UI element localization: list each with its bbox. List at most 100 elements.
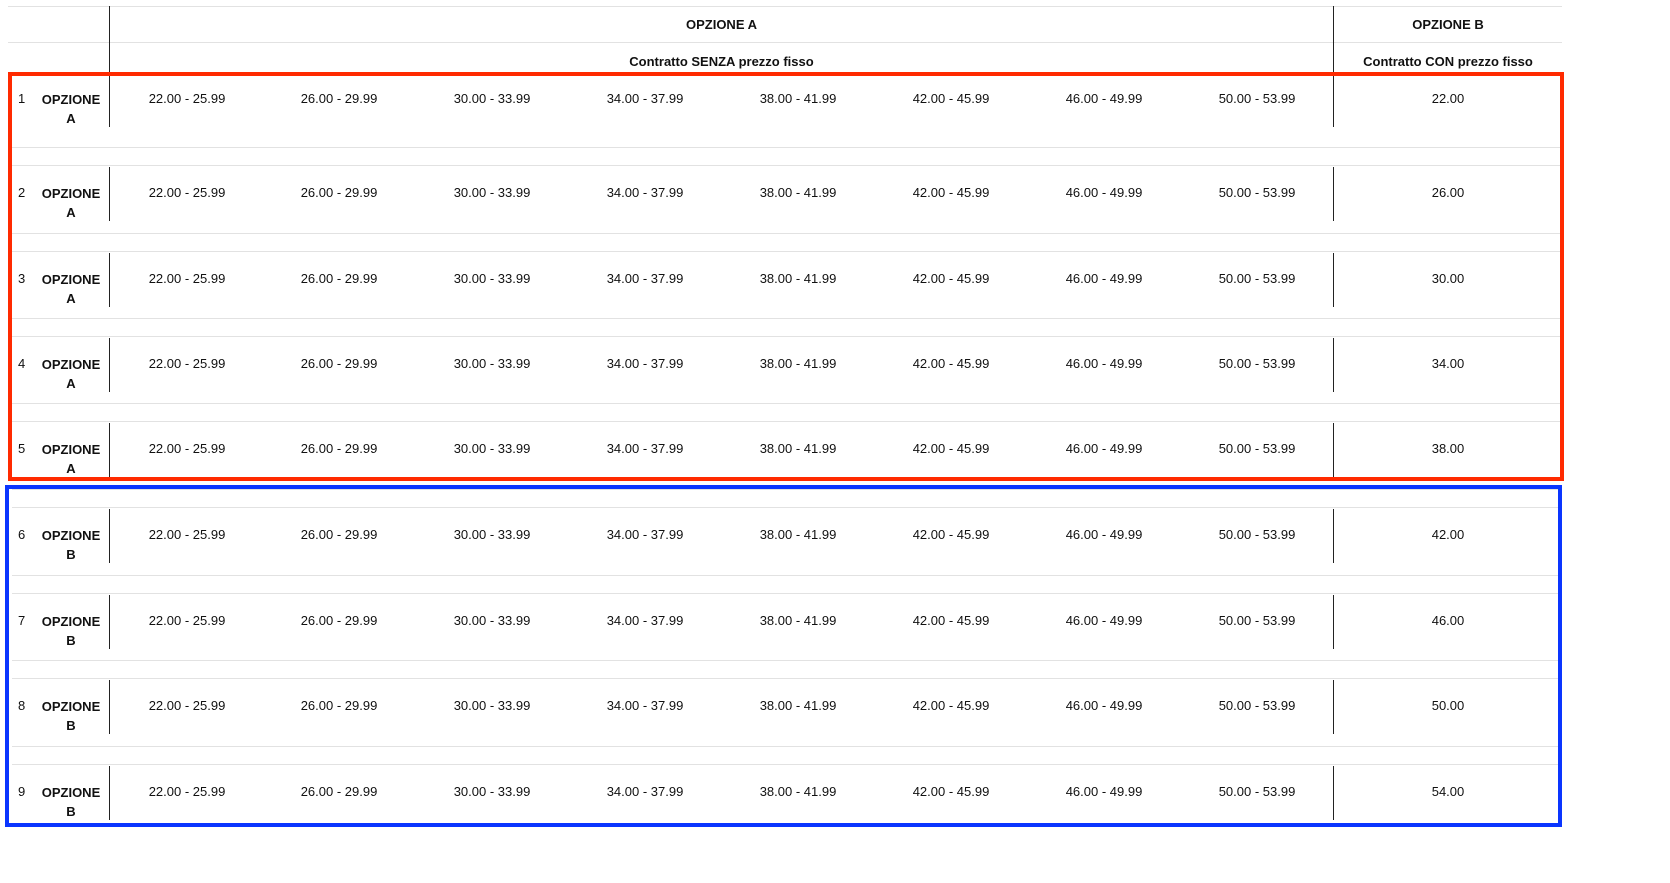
option-a-subtitle: Contratto SENZA prezzo fisso bbox=[629, 54, 814, 69]
range-cell: 30.00 - 33.99 bbox=[453, 185, 531, 200]
fixed-price-cell: 22.00 bbox=[1431, 91, 1465, 106]
row-separator bbox=[12, 318, 1562, 319]
range-cell: 38.00 - 41.99 bbox=[759, 784, 837, 799]
row-divider-left bbox=[109, 595, 110, 649]
range-cell: 42.00 - 45.99 bbox=[912, 613, 990, 628]
row-separator bbox=[12, 233, 1562, 234]
row-number: 1 bbox=[18, 91, 26, 106]
row-divider-left bbox=[109, 423, 110, 477]
option-label-line2: A bbox=[66, 461, 76, 476]
range-cell: 26.00 - 29.99 bbox=[300, 356, 378, 371]
row-divider-left bbox=[109, 766, 110, 820]
fixed-price-cell: 26.00 bbox=[1431, 185, 1465, 200]
range-cell: 42.00 - 45.99 bbox=[912, 441, 990, 456]
range-cell: 38.00 - 41.99 bbox=[759, 271, 837, 286]
row-number: 2 bbox=[18, 185, 26, 200]
option-b-title: OPZIONE B bbox=[1412, 17, 1484, 32]
row-divider-left bbox=[109, 73, 110, 127]
range-cell: 30.00 - 33.99 bbox=[453, 271, 531, 286]
range-cell: 42.00 - 45.99 bbox=[912, 271, 990, 286]
row-separator bbox=[12, 678, 1562, 679]
row-separator bbox=[12, 593, 1562, 594]
option-label-line2: B bbox=[66, 718, 76, 733]
range-cell: 46.00 - 49.99 bbox=[1065, 185, 1143, 200]
range-cell: 34.00 - 37.99 bbox=[606, 185, 684, 200]
range-cell: 46.00 - 49.99 bbox=[1065, 613, 1143, 628]
row-option-label: OPZIONE A bbox=[39, 184, 103, 222]
row-separator bbox=[12, 165, 1562, 166]
row-divider-left bbox=[109, 167, 110, 221]
range-cell: 22.00 - 25.99 bbox=[148, 527, 226, 542]
row-separator bbox=[12, 660, 1562, 661]
row-separator bbox=[12, 764, 1562, 765]
range-cell: 46.00 - 49.99 bbox=[1065, 784, 1143, 799]
row-separator bbox=[12, 421, 1562, 422]
range-cell: 38.00 - 41.99 bbox=[759, 698, 837, 713]
range-cell: 34.00 - 37.99 bbox=[606, 356, 684, 371]
range-cell: 22.00 - 25.99 bbox=[148, 441, 226, 456]
range-cell: 22.00 - 25.99 bbox=[148, 613, 226, 628]
option-label-line1: OPZIONE bbox=[41, 614, 101, 629]
row-number: 9 bbox=[18, 784, 26, 799]
range-cell: 34.00 - 37.99 bbox=[606, 527, 684, 542]
option-label-line2: A bbox=[66, 205, 76, 220]
range-cell: 26.00 - 29.99 bbox=[300, 527, 378, 542]
row-divider-left bbox=[109, 509, 110, 563]
row-divider-right bbox=[1333, 167, 1334, 221]
range-cell: 50.00 - 53.99 bbox=[1218, 784, 1296, 799]
row-divider-right bbox=[1333, 766, 1334, 820]
row-number: 7 bbox=[18, 613, 26, 628]
row-separator bbox=[12, 489, 1562, 490]
range-cell: 22.00 - 25.99 bbox=[148, 356, 226, 371]
range-cell: 34.00 - 37.99 bbox=[606, 271, 684, 286]
range-cell: 38.00 - 41.99 bbox=[759, 613, 837, 628]
option-label-line2: B bbox=[66, 547, 76, 562]
range-cell: 42.00 - 45.99 bbox=[912, 91, 990, 106]
range-cell: 34.00 - 37.99 bbox=[606, 441, 684, 456]
range-cell: 42.00 - 45.99 bbox=[912, 356, 990, 371]
row-divider-right bbox=[1333, 338, 1334, 392]
option-b-subtitle: Contratto CON prezzo fisso bbox=[1363, 54, 1533, 69]
row-divider-left bbox=[109, 680, 110, 734]
range-cell: 30.00 - 33.99 bbox=[453, 698, 531, 713]
range-cell: 22.00 - 25.99 bbox=[148, 91, 226, 106]
range-cell: 38.00 - 41.99 bbox=[759, 91, 837, 106]
range-cell: 46.00 - 49.99 bbox=[1065, 441, 1143, 456]
range-cell: 50.00 - 53.99 bbox=[1218, 91, 1296, 106]
option-label-line2: A bbox=[66, 376, 76, 391]
option-label-line1: OPZIONE bbox=[41, 442, 101, 457]
row-option-label: OPZIONE A bbox=[39, 90, 103, 128]
option-label-line1: OPZIONE bbox=[41, 186, 101, 201]
range-cell: 22.00 - 25.99 bbox=[148, 784, 226, 799]
option-label-line1: OPZIONE bbox=[41, 272, 101, 287]
range-cell: 26.00 - 29.99 bbox=[300, 185, 378, 200]
range-cell: 46.00 - 49.99 bbox=[1065, 356, 1143, 371]
range-cell: 34.00 - 37.99 bbox=[606, 784, 684, 799]
range-cell: 30.00 - 33.99 bbox=[453, 91, 531, 106]
range-cell: 22.00 - 25.99 bbox=[148, 271, 226, 286]
row-option-label: OPZIONE A bbox=[39, 355, 103, 393]
range-cell: 50.00 - 53.99 bbox=[1218, 613, 1296, 628]
range-cell: 50.00 - 53.99 bbox=[1218, 356, 1296, 371]
fixed-price-cell: 34.00 bbox=[1431, 356, 1465, 371]
range-cell: 50.00 - 53.99 bbox=[1218, 185, 1296, 200]
row-option-label: OPZIONE B bbox=[39, 697, 103, 735]
row-separator bbox=[12, 336, 1562, 337]
range-cell: 42.00 - 45.99 bbox=[912, 185, 990, 200]
row-number: 4 bbox=[18, 356, 26, 371]
range-cell: 34.00 - 37.99 bbox=[606, 698, 684, 713]
row-separator bbox=[12, 251, 1562, 252]
range-cell: 22.00 - 25.99 bbox=[148, 698, 226, 713]
row-separator bbox=[12, 746, 1562, 747]
row-number: 6 bbox=[18, 527, 26, 542]
fixed-price-cell: 54.00 bbox=[1431, 784, 1465, 799]
row-divider-right bbox=[1333, 253, 1334, 307]
header-top-rule bbox=[8, 6, 1562, 7]
row-divider-right bbox=[1333, 73, 1334, 127]
option-label-line1: OPZIONE bbox=[41, 699, 101, 714]
row-divider-left bbox=[109, 253, 110, 307]
range-cell: 38.00 - 41.99 bbox=[759, 441, 837, 456]
row-divider-right bbox=[1333, 680, 1334, 734]
range-cell: 30.00 - 33.99 bbox=[453, 527, 531, 542]
row-divider-right bbox=[1333, 423, 1334, 477]
